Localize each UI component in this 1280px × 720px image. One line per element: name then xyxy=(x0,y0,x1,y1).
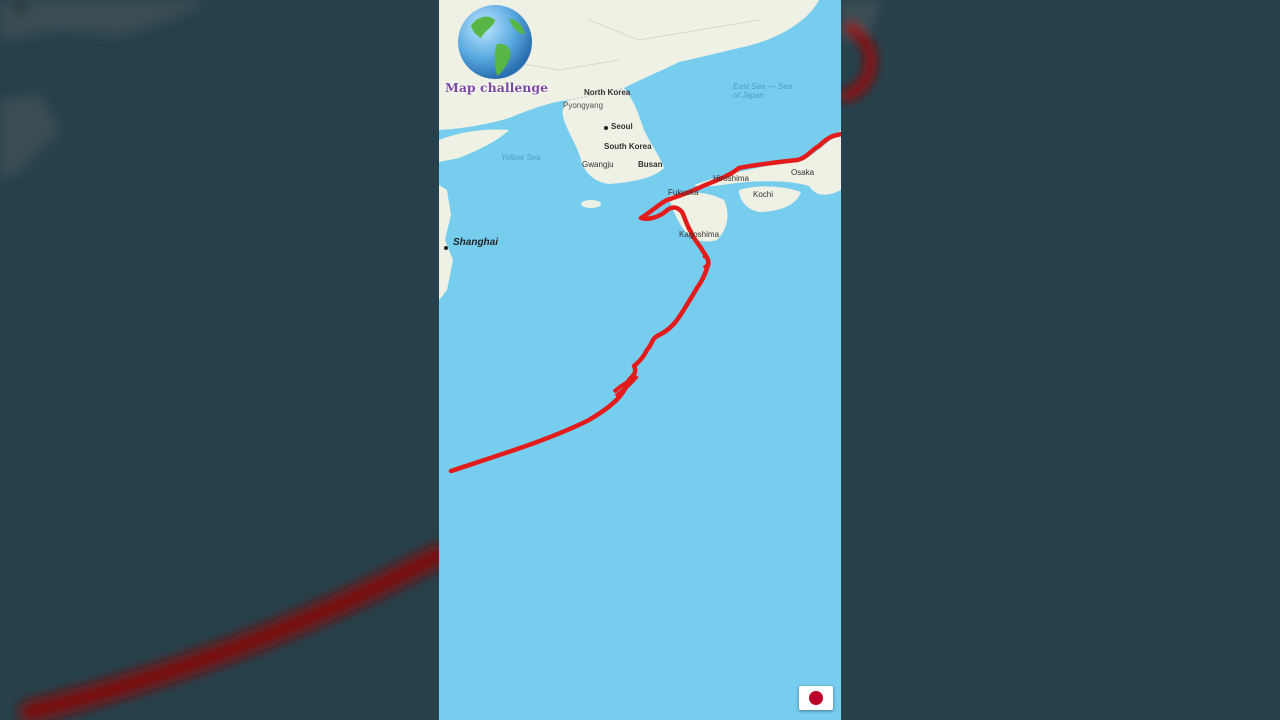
label-pyongyang: Pyongyang xyxy=(563,101,604,110)
marker-seoul xyxy=(604,126,608,130)
map-canvas xyxy=(439,0,841,474)
land-china-coast xyxy=(439,129,509,162)
blurred-background-left xyxy=(0,0,439,720)
label-kochi: Kochi xyxy=(753,190,774,199)
globe-icon xyxy=(458,5,532,79)
label-gwangju: Gwangju xyxy=(582,160,614,169)
label-hiroshima: Hiroshima xyxy=(713,174,750,183)
route-line xyxy=(448,131,841,474)
label-fukuoka: Fukuoka xyxy=(668,188,699,197)
channel-logo: Map challenge xyxy=(445,4,549,95)
flag-sun-disc xyxy=(809,691,823,705)
land-jeju xyxy=(581,200,601,208)
label-yellow-sea: Yellow Sea xyxy=(501,153,541,162)
label-seoul: Seoul xyxy=(611,122,633,131)
label-shanghai: Shanghai xyxy=(453,237,499,248)
land-china-shanghai xyxy=(439,185,453,300)
label-osaka: Osaka xyxy=(791,168,815,177)
label-kagoshima: Kagoshima xyxy=(679,230,720,239)
japan-flag-icon xyxy=(799,686,833,710)
marker-shanghai xyxy=(444,246,448,250)
label-south-korea: South Korea xyxy=(604,142,652,151)
label-north-korea: North Korea xyxy=(584,88,631,97)
label-sea-of-japan: East Sea — Sea of Japan xyxy=(733,82,793,100)
blurred-background-right xyxy=(841,0,1280,720)
channel-name: Map challenge xyxy=(445,80,549,95)
label-busan: Busan xyxy=(638,160,663,169)
map-video-frame: North Korea Pyongyang Seoul South Korea … xyxy=(439,0,841,720)
